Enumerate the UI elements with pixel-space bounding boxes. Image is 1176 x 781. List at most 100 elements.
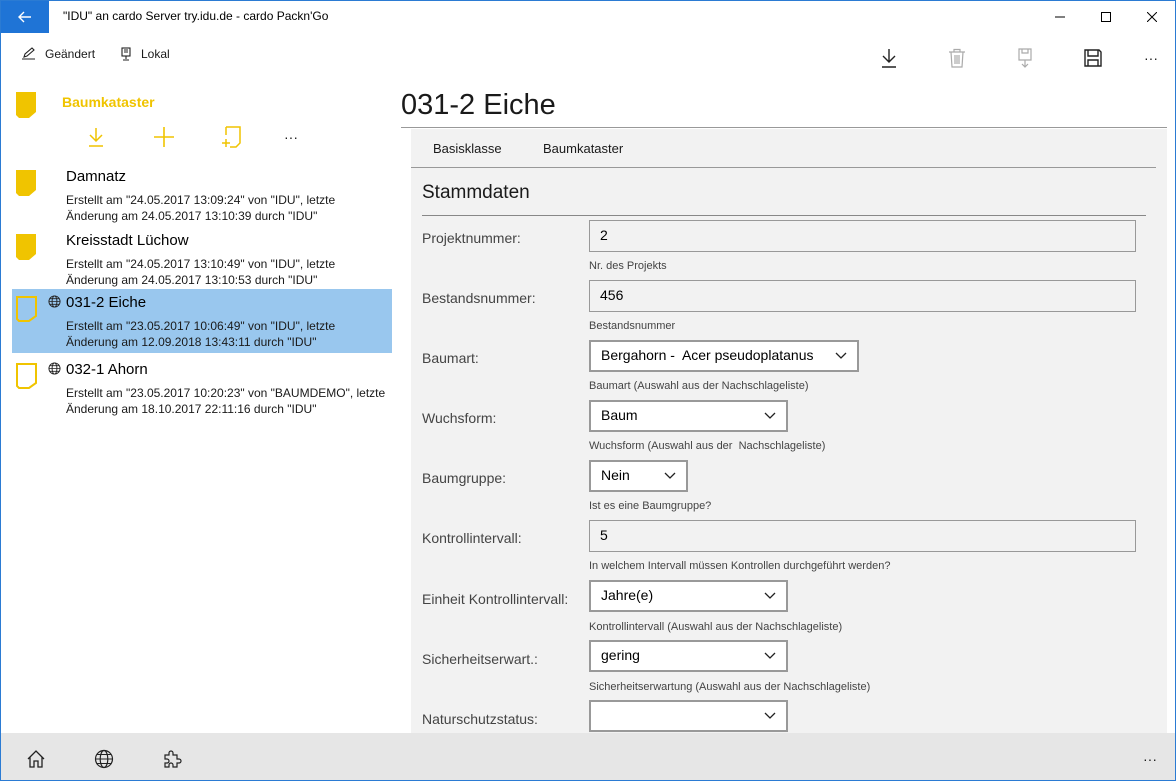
baumgruppe-select[interactable]: Nein [589,460,688,492]
record-title: 031-2 Eiche [401,89,556,121]
bottom-bar: ··· [1,733,1175,780]
item-title: 031-2 Eiche [66,294,147,311]
einheit-select[interactable]: Jahre(e) [589,580,788,612]
kontrollintervall-label: Kontrollintervall: [422,530,522,546]
delete-button[interactable] [937,43,977,73]
save-download-icon [1018,48,1032,68]
wuchsform-label: Wuchsform: [422,410,497,426]
bestandsnummer-hint: Bestandsnummer [589,320,676,332]
save-button[interactable] [1073,43,1113,73]
tab-basisklasse[interactable]: Basisklasse [433,141,502,156]
einheit-hint: Kontrollintervall (Auswahl aus der Nachs… [589,621,843,633]
app-window: "IDU" an cardo Server try.idu.de - cardo… [0,0,1176,781]
folder-more-button[interactable]: ··· [276,123,306,151]
chevron-down-icon [835,352,847,359]
projektnummer-label: Projektnummer: [422,230,521,246]
globe-icon [94,749,114,769]
more-button[interactable]: ··· [1131,43,1171,73]
list-item[interactable]: Damnatz Erstellt am "24.05.2017 13:09:24… [12,163,392,227]
back-button[interactable] [1,1,49,33]
sicherheit-label: Sicherheitserwart.: [422,651,538,667]
wuchsform-value: Baum [601,407,638,423]
folder-doc-icon [16,170,36,196]
tab-baumkataster[interactable]: Baumkataster [543,141,623,156]
item-description: Erstellt am "24.05.2017 13:09:24" von "I… [66,193,336,223]
home-icon [27,750,45,768]
globe-button[interactable] [89,747,119,771]
puzzle-icon [164,750,182,768]
baumgruppe-hint: Ist es eine Baumgruppe? [589,500,712,512]
sicherheit-value: gering [601,647,640,663]
sicherheit-select[interactable]: gering [589,640,788,672]
save-icon [1084,49,1102,67]
download-icon [89,128,103,147]
baumart-select[interactable]: Bergahorn - Acer pseudoplatanus [589,340,859,372]
list-item[interactable]: Kreisstadt Lüchow Erstellt am "24.05.201… [12,227,392,291]
sicherheit-hint: Sicherheitserwartung (Auswahl aus der Na… [589,681,871,693]
doc-outline-icon [16,363,37,389]
save-local-button[interactable] [1005,43,1045,73]
chevron-down-icon [764,592,776,599]
list-item-selected[interactable]: 031-2 Eiche Erstellt am "23.05.2017 10:0… [12,289,392,353]
title-bar: "IDU" an cardo Server try.idu.de - cardo… [1,1,1175,33]
item-description: Erstellt am "23.05.2017 10:20:23" von "B… [66,386,386,416]
item-description: Erstellt am "24.05.2017 13:10:49" von "I… [66,257,336,287]
naturschutz-select[interactable] [589,700,788,732]
chevron-down-icon [764,712,776,719]
minimize-button[interactable] [1037,1,1083,33]
projektnummer-input[interactable]: 2 [589,220,1136,252]
chevron-down-icon [764,412,776,419]
list-item[interactable]: 032-1 Ahorn Erstellt am "23.05.2017 10:2… [12,356,392,420]
local-button[interactable]: Lokal [119,47,170,61]
section-title: Stammdaten [422,182,530,203]
close-icon [1147,12,1157,22]
chevron-down-icon [764,652,776,659]
chevron-down-icon [664,472,676,479]
kontrollintervall-hint: In welchem Intervall müssen Kontrollen d… [589,560,891,572]
baumart-value: Bergahorn - Acer pseudoplatanus [601,347,814,363]
wuchsform-select[interactable]: Baum [589,400,788,432]
trash-icon [949,48,965,68]
add-button[interactable] [149,123,179,151]
minimize-icon [1055,16,1065,18]
folder-icon-wrap [15,91,39,119]
changed-label: Geändert [45,47,96,61]
baumgruppe-label: Baumgruppe: [422,470,507,486]
bestandsnummer-input[interactable]: 456 [589,280,1136,312]
doc-outline-icon [16,296,37,322]
left-pane: Baumkataster ··· Damnatz Erstellt am "24… [1,81,401,733]
kontrollintervall-input[interactable]: 5 [589,520,1136,552]
einheit-label: Einheit Kontrollintervall: [422,591,569,607]
add-document-button[interactable] [217,123,247,151]
maximize-button[interactable] [1083,1,1129,33]
edit-icon [22,47,35,60]
plus-icon [154,127,174,147]
add-document-icon [222,126,241,148]
baumgruppe-value: Nein [601,467,630,483]
bottom-more-button[interactable]: ··· [1135,747,1165,771]
extensions-button[interactable] [157,747,187,771]
einheit-value: Jahre(e) [601,587,654,603]
item-title: Damnatz [66,168,127,185]
globe-icon [48,362,61,375]
download-icon [882,49,896,68]
projektnummer-hint: Nr. des Projekts [589,260,667,272]
divider [411,167,1156,168]
divider [422,215,1146,216]
close-button[interactable] [1129,1,1175,33]
device-icon [121,47,131,61]
wuchsform-hint: Wuchsform (Auswahl aus der Nachschlageli… [589,440,826,452]
home-button[interactable] [21,747,51,771]
download-button[interactable] [869,43,909,73]
changed-button[interactable]: Geändert [21,47,95,61]
command-bar: Geändert Lokal ··· [1,33,1175,81]
baumart-label: Baumart: [422,350,479,366]
right-pane: 031-2 Eiche Basisklasse Baumkataster Sta… [401,81,1175,733]
item-title: 032-1 Ahorn [66,361,148,378]
bestandsnummer-label: Bestandsnummer: [422,290,536,306]
divider [401,127,1167,128]
folder-title: Baumkataster [62,94,155,110]
globe-icon [48,295,61,308]
record-form: Basisklasse Baumkataster Stammdaten Proj… [411,129,1167,733]
download-folder-button[interactable] [81,123,111,151]
